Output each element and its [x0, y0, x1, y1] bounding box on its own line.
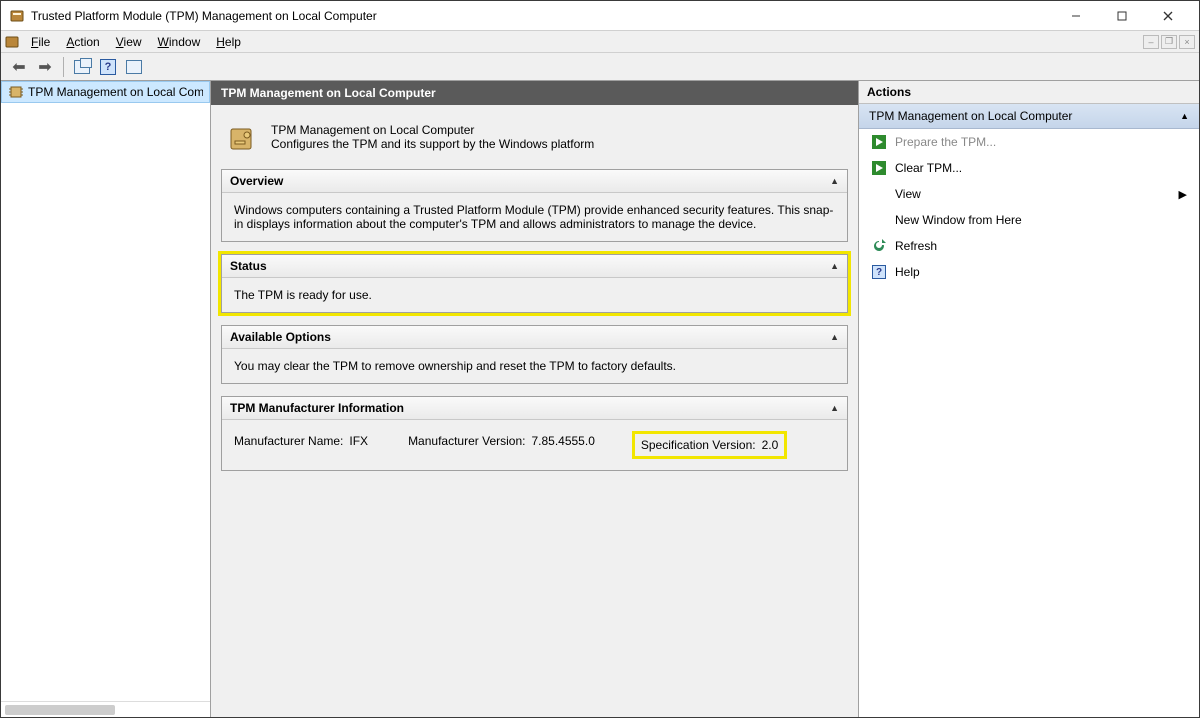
tree-horizontal-scrollbar[interactable] — [1, 701, 210, 717]
arrow-left-icon: ⬅ — [12, 57, 25, 77]
menu-bar: File Action View Window Help – ❐ × — [1, 31, 1199, 53]
collapse-icon: ▲ — [830, 176, 839, 186]
show-hide-tree-button[interactable] — [70, 56, 94, 78]
main-area: TPM Management on Local Comp TPM Managem… — [1, 81, 1199, 717]
blank-icon — [871, 212, 887, 228]
status-panel-header[interactable]: Status ▲ — [222, 255, 847, 278]
manufacturer-version-value: 7.85.4555.0 — [531, 434, 594, 456]
description-row: TPM Management on Local Computer Configu… — [221, 115, 848, 169]
help-icon: ? — [100, 59, 116, 75]
manufacturer-info-panel-header[interactable]: TPM Manufacturer Information ▲ — [222, 397, 847, 420]
manufacturer-info-panel: TPM Manufacturer Information ▲ Manufactu… — [221, 396, 848, 471]
overview-panel: Overview ▲ Windows computers containing … — [221, 169, 848, 242]
status-panel-body: The TPM is ready for use. — [222, 278, 847, 312]
overview-panel-header[interactable]: Overview ▲ — [222, 170, 847, 193]
collapse-icon: ▲ — [830, 403, 839, 413]
maximize-button[interactable] — [1099, 1, 1145, 31]
panes-icon — [74, 60, 90, 74]
tree-root-item[interactable]: TPM Management on Local Comp — [1, 81, 210, 103]
mdi-minimize-button[interactable]: – — [1143, 35, 1159, 49]
menu-view[interactable]: View — [108, 33, 150, 51]
actions-group-header[interactable]: TPM Management on Local Computer ▲ — [859, 104, 1199, 129]
available-options-panel-header[interactable]: Available Options ▲ — [222, 326, 847, 349]
action-refresh[interactable]: Refresh — [859, 233, 1199, 259]
action-new-window[interactable]: New Window from Here — [859, 207, 1199, 233]
mdi-restore-button[interactable]: ❐ — [1161, 35, 1177, 49]
minimize-button[interactable] — [1053, 1, 1099, 31]
arrow-right-icon: ➡ — [38, 57, 51, 77]
menu-action[interactable]: Action — [58, 33, 107, 51]
nav-back-button[interactable]: ⬅ — [7, 56, 31, 78]
refresh-icon — [871, 238, 887, 254]
console-tree-pane: TPM Management on Local Comp — [1, 81, 211, 717]
collapse-icon: ▲ — [830, 261, 839, 271]
actions-pane-header: Actions — [859, 81, 1199, 104]
manufacturer-version-cell: Manufacturer Version: 7.85.4555.0 — [408, 434, 595, 456]
close-button[interactable] — [1145, 1, 1191, 31]
key-chip-icon — [227, 123, 259, 155]
description-title: TPM Management on Local Computer — [271, 123, 594, 137]
mdi-close-button[interactable]: × — [1179, 35, 1195, 49]
content-header: TPM Management on Local Computer — [211, 81, 858, 105]
status-panel: Status ▲ The TPM is ready for use. — [221, 254, 848, 313]
action-clear-tpm[interactable]: Clear TPM... — [859, 155, 1199, 181]
result-pane: TPM Management on Local Computer TPM Man… — [211, 81, 859, 717]
action-help[interactable]: ? Help — [859, 259, 1199, 285]
specification-version-label: Specification Version: — [641, 438, 756, 452]
manufacturer-name-label: Manufacturer Name: — [234, 434, 343, 456]
menu-window[interactable]: Window — [150, 33, 209, 51]
nav-forward-button[interactable]: ➡ — [33, 56, 57, 78]
manufacturer-version-label: Manufacturer Version: — [408, 434, 525, 456]
window-title: Trusted Platform Module (TPM) Management… — [31, 9, 1053, 23]
chevron-right-icon: ▶ — [1179, 188, 1187, 201]
manufacturer-name-cell: Manufacturer Name: IFX — [234, 434, 368, 456]
manufacturer-info-row: Manufacturer Name: IFX Manufacturer Vers… — [234, 430, 835, 460]
blank-icon — [871, 186, 887, 202]
specification-version-cell: Specification Version: 2.0 — [635, 434, 784, 456]
app-icon — [9, 8, 25, 24]
menu-help[interactable]: Help — [208, 33, 249, 51]
arrow-right-green-icon — [871, 134, 887, 150]
menu-file[interactable]: File — [23, 33, 58, 51]
action-view[interactable]: View ▶ — [859, 181, 1199, 207]
window-icon — [126, 60, 142, 74]
actions-pane: Actions TPM Management on Local Computer… — [859, 81, 1199, 717]
manufacturer-name-value: IFX — [349, 434, 368, 456]
available-options-panel-body: You may clear the TPM to remove ownershi… — [222, 349, 847, 383]
overview-panel-body: Windows computers containing a Trusted P… — [222, 193, 847, 241]
specification-version-value: 2.0 — [762, 438, 779, 452]
toolbar: ⬅ ➡ ? — [1, 53, 1199, 81]
tree-root-label: TPM Management on Local Comp — [28, 85, 203, 99]
properties-button[interactable] — [122, 56, 146, 78]
collapse-icon: ▲ — [1180, 111, 1189, 121]
help-icon: ? — [871, 264, 887, 280]
mmc-icon — [5, 35, 19, 49]
arrow-right-green-icon — [871, 160, 887, 176]
help-button[interactable]: ? — [96, 56, 120, 78]
tpm-chip-icon — [8, 84, 24, 100]
mdi-controls: – ❐ × — [1141, 35, 1195, 49]
title-bar: Trusted Platform Module (TPM) Management… — [1, 1, 1199, 31]
available-options-panel: Available Options ▲ You may clear the TP… — [221, 325, 848, 384]
toolbar-separator — [63, 57, 64, 77]
action-prepare-tpm[interactable]: Prepare the TPM... — [859, 129, 1199, 155]
description-body: Configures the TPM and its support by th… — [271, 137, 594, 151]
collapse-icon: ▲ — [830, 332, 839, 342]
